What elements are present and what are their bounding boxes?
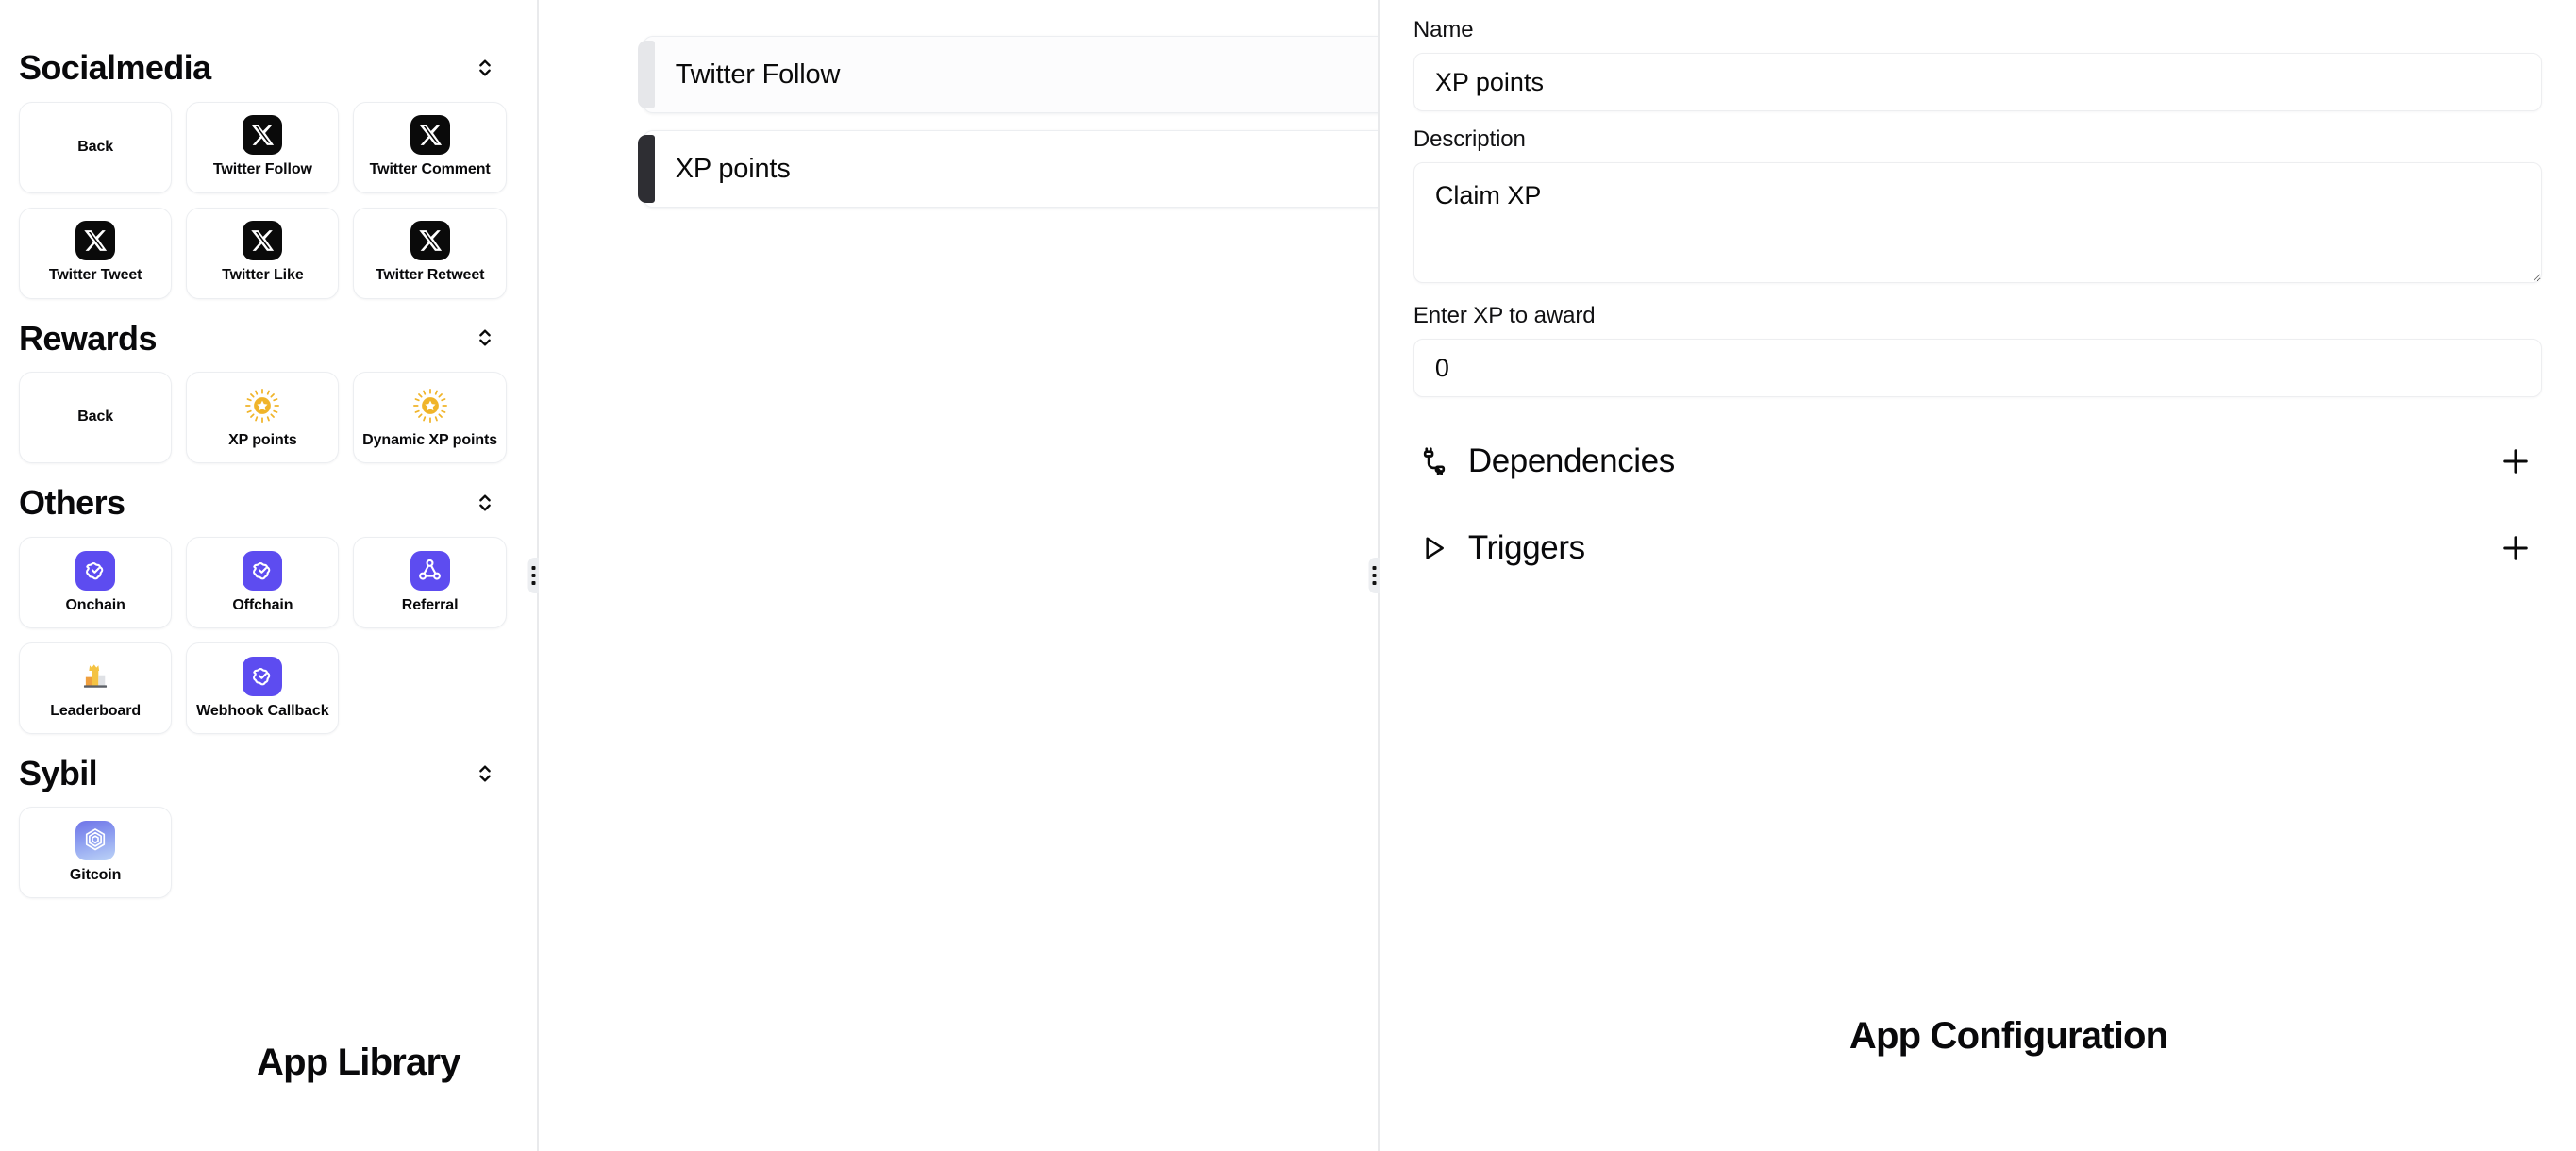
triggers-title: Triggers (1467, 529, 1585, 566)
chevrons-up-down-icon[interactable] (469, 758, 501, 790)
app-card-label: Leaderboard (50, 702, 142, 719)
app-card-label: Twitter Like (222, 267, 304, 284)
description-label: Description (1413, 126, 1526, 152)
description-textarea[interactable]: Claim XP (1413, 162, 2542, 283)
app-card-label: Twitter Tweet (48, 267, 142, 284)
app-library-caption: App Library (257, 1042, 460, 1083)
unplug-cable-icon (1415, 442, 1453, 480)
section-header: Socialmedia (19, 49, 507, 87)
plus-icon[interactable] (2493, 525, 2538, 571)
app-card-dynamic-xp-points[interactable]: Dynamic XP points (353, 372, 507, 464)
chevrons-up-down-icon[interactable] (469, 487, 501, 519)
app-card-label: XP points (228, 431, 297, 448)
app-card-label: Dynamic XP points (362, 431, 498, 448)
app-card-grid: Back XP points Dynamic XP points (19, 372, 507, 464)
app-card-leaderboard[interactable]: Leaderboard (19, 642, 173, 734)
app-card-twitter-like[interactable]: Twitter Like (186, 207, 340, 299)
dependencies-title: Dependencies (1467, 442, 1675, 479)
library-section-rewards: Rewards Back XP points Dynamic XP points (19, 318, 507, 464)
x-logo-icon (75, 221, 116, 261)
section-title: Rewards (19, 318, 157, 358)
app-card-twitter-retweet[interactable]: Twitter Retweet (353, 207, 507, 299)
section-title: Socialmedia (19, 48, 211, 87)
x-logo-icon (410, 115, 450, 156)
app-card-offchain[interactable]: Offchain (186, 536, 340, 628)
chevrons-up-down-icon[interactable] (469, 52, 501, 84)
app-card-onchain[interactable]: Onchain (19, 536, 173, 628)
badge-check-icon (75, 550, 116, 591)
x-logo-icon (243, 115, 283, 156)
app-configuration-panel: Name Description Claim XP Enter XP to aw… (1379, 0, 2576, 1151)
app-card-twitter-follow[interactable]: Twitter Follow (186, 101, 340, 193)
app-card-label: Twitter Retweet (375, 267, 485, 284)
app-root: Socialmedia Back Twitter Follow Twitter … (0, 0, 2576, 1151)
app-card-referral[interactable]: Referral (353, 536, 507, 628)
app-card-label: Twitter Follow (212, 161, 312, 178)
task-card-label: Twitter Follow (675, 58, 841, 90)
plus-icon[interactable] (2493, 439, 2538, 484)
badge-check-icon (243, 656, 283, 696)
section-header: Others (19, 484, 507, 522)
app-card-twitter-comment[interactable]: Twitter Comment (353, 101, 507, 193)
app-card-label: Twitter Comment (369, 161, 491, 178)
app-card-back[interactable]: Back (19, 101, 173, 193)
library-section-sybil: Sybil Gitcoin (19, 755, 507, 899)
chevrons-up-down-icon[interactable] (469, 322, 501, 354)
share-network-icon (410, 550, 450, 591)
app-card-label: Gitcoin (69, 867, 122, 884)
badge-check-icon (243, 550, 283, 591)
app-card-label: Back (77, 409, 114, 425)
task-card-label: XP points (675, 153, 791, 184)
play-triangle-icon (1415, 529, 1453, 567)
xp-field-group: Enter XP to award (1413, 303, 2542, 397)
sparkle-star-icon (410, 386, 450, 425)
x-logo-icon (243, 221, 283, 261)
dependencies-row[interactable]: Dependencies (1413, 418, 2542, 505)
app-card-grid: Back Twitter Follow Twitter Comment Twit… (19, 101, 507, 299)
app-card-label: Webhook Callback (196, 702, 329, 719)
app-card-label: Back (77, 138, 114, 155)
library-section-socialmedia: Socialmedia Back Twitter Follow Twitter … (19, 49, 507, 299)
section-title: Sybil (19, 753, 98, 792)
name-input[interactable] (1413, 53, 2542, 111)
xp-award-label: Enter XP to award (1413, 303, 1596, 328)
library-section-others: Others Onchain Offchain Referral Leaderb… (19, 484, 507, 734)
sparkle-star-icon (243, 386, 282, 425)
podium-crown-icon (75, 657, 115, 696)
app-card-grid: Gitcoin (19, 807, 507, 899)
app-card-xp-points[interactable]: XP points (186, 372, 340, 464)
task-accent-bar (637, 41, 655, 108)
section-title: Others (19, 483, 125, 523)
app-library-panel: Socialmedia Back Twitter Follow Twitter … (0, 0, 537, 1151)
task-list: Twitter Follow XP points (637, 36, 1378, 208)
task-flow-panel: Twitter Follow XP points (538, 0, 1378, 1151)
app-card-webhook-callback[interactable]: Webhook Callback (186, 642, 340, 734)
gitcoin-passport-icon (75, 821, 116, 861)
xp-award-input[interactable] (1413, 339, 2542, 397)
task-card-twitter-follow[interactable]: Twitter Follow (637, 36, 1378, 113)
task-card-xp-points[interactable]: XP points (637, 130, 1378, 208)
app-card-gitcoin[interactable]: Gitcoin (19, 807, 173, 899)
x-logo-icon (410, 221, 450, 261)
app-card-label: Onchain (65, 596, 125, 613)
app-card-grid: Onchain Offchain Referral Leaderboard We… (19, 536, 507, 734)
triggers-row[interactable]: Triggers (1413, 505, 2542, 592)
app-configuration-caption: App Configuration (1848, 1015, 2168, 1057)
name-label: Name (1413, 17, 1474, 42)
name-field-group: Name (1413, 17, 2542, 111)
description-field-group: Description Claim XP (1413, 126, 2542, 288)
section-header: Rewards (19, 318, 507, 358)
app-card-back[interactable]: Back (19, 372, 173, 464)
app-card-twitter-tweet[interactable]: Twitter Tweet (19, 207, 173, 299)
app-card-label: Offchain (232, 596, 293, 613)
section-header: Sybil (19, 755, 507, 792)
task-accent-bar (637, 135, 655, 203)
app-card-label: Referral (401, 596, 459, 613)
